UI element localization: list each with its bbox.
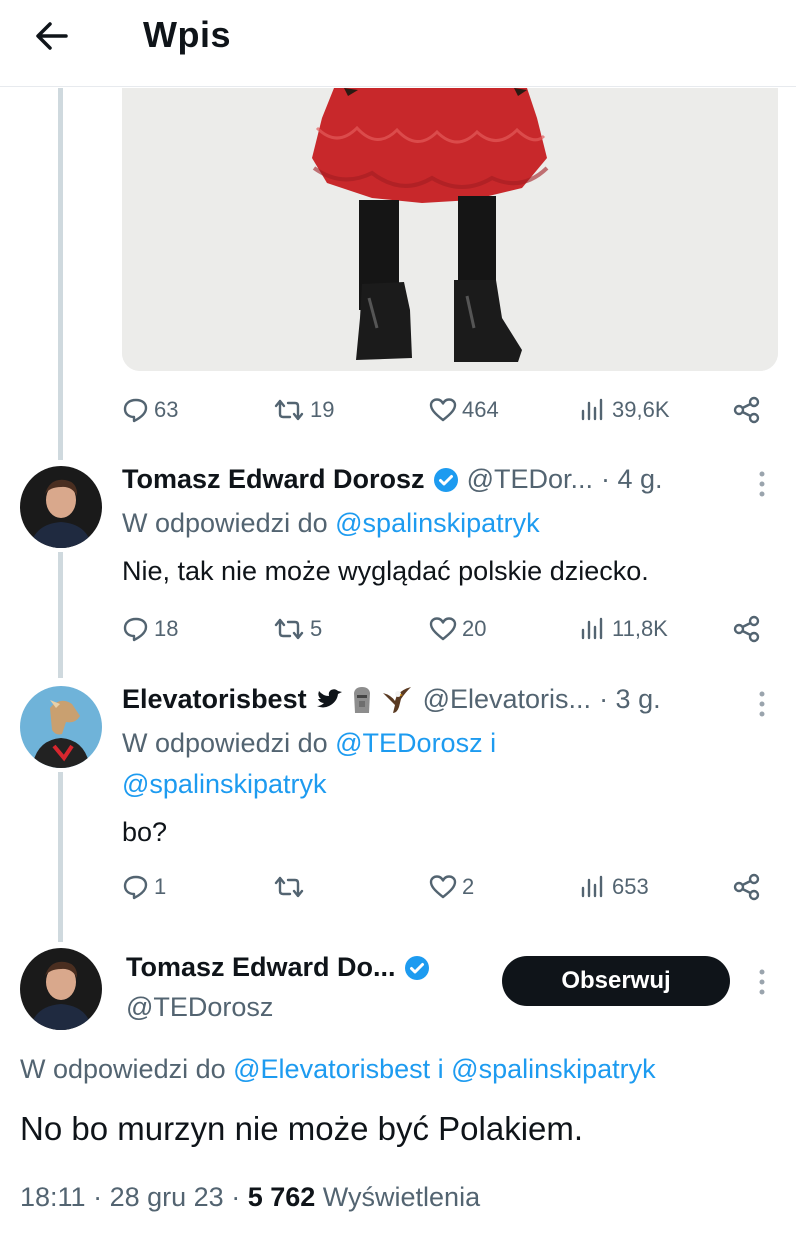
reply-context: W odpowiedzi do @Elevatorisbest i @spali…	[20, 1054, 656, 1085]
more-options-icon[interactable]	[758, 968, 766, 1001]
author-handle[interactable]: @Elevatoris...	[423, 684, 591, 715]
tweet-header: Tomasz Edward Dorosz @TEDor... · 4 g.	[122, 464, 663, 495]
timestamp[interactable]: · 4 g.	[601, 464, 663, 495]
timestamp[interactable]: · 3 g.	[599, 684, 661, 715]
follow-button[interactable]: Obserwuj	[502, 956, 730, 1006]
repost-icon	[274, 399, 304, 421]
post-actions: 63 19 464 39,6K	[122, 390, 772, 430]
views-count: 653	[612, 874, 649, 899]
like-button[interactable]: 2	[428, 867, 474, 907]
like-button[interactable]: 464	[428, 390, 499, 430]
top-bar: Wpis	[0, 0, 796, 87]
more-options-icon[interactable]	[758, 470, 766, 503]
views-count: 11,8K	[612, 616, 668, 641]
views-button[interactable]: 11,8K	[578, 609, 668, 649]
more-options-icon[interactable]	[758, 690, 766, 723]
views-icon	[581, 875, 603, 898]
moai-icon	[349, 685, 375, 715]
views-button[interactable]: 653	[578, 867, 649, 907]
reply-prefix: W odpowiedzi do	[122, 508, 328, 538]
share-button[interactable]	[732, 867, 766, 907]
avatar[interactable]	[20, 948, 102, 1030]
mention-link[interactable]: @spalinskipatryk	[122, 769, 326, 800]
views-count: 39,6K	[612, 397, 670, 422]
thread-line	[58, 772, 63, 942]
repost-icon	[274, 876, 304, 898]
reply-context: W odpowiedzi do @spalinskipatryk	[122, 508, 540, 539]
post-image[interactable]	[122, 88, 778, 371]
reply-join: i	[490, 728, 497, 758]
thread-line	[58, 88, 63, 460]
verified-badge-icon	[404, 955, 430, 981]
author-name[interactable]: Elevatorisbest	[122, 684, 307, 715]
reply1-actions: 18 5 20 11,8K	[122, 609, 772, 649]
author-handle[interactable]: @TEDor...	[467, 464, 593, 495]
reply-prefix: W odpowiedzi do	[122, 728, 328, 758]
tweet-text: bo?	[122, 817, 168, 847]
repost-button[interactable]: 19	[272, 390, 334, 430]
reply-count: 63	[154, 397, 179, 422]
mention-link[interactable]: @spalinskipatryk	[451, 1054, 655, 1084]
share-button[interactable]	[732, 609, 766, 649]
reply-button[interactable]: 18	[122, 609, 178, 649]
avatar[interactable]	[20, 466, 102, 548]
reply-prefix: W odpowiedzi do	[20, 1054, 226, 1084]
reply-count: 18	[154, 616, 179, 641]
tweet-meta: 18:11 · 28 gru 23 · 5 762 Wyświetlenia	[20, 1182, 481, 1212]
views-icon	[581, 617, 603, 640]
reply2-actions: 1 2 653	[122, 867, 772, 907]
author-name[interactable]: Tomasz Edward Do...	[126, 952, 396, 983]
reply-button[interactable]: 1	[122, 867, 166, 907]
share-icon	[733, 615, 760, 643]
reply-join: i	[437, 1054, 444, 1084]
heart-icon	[429, 875, 457, 899]
bird-icon	[315, 688, 343, 712]
heart-icon	[429, 398, 457, 422]
reply-count: 1	[154, 874, 167, 899]
tweet-header: Elevatorisbest @Elevatoris... · 3 g.	[122, 684, 661, 715]
back-arrow-icon[interactable]	[30, 14, 74, 58]
repost-button[interactable]: 5	[272, 609, 322, 649]
main-author-row: Tomasz Edward Do...	[126, 952, 430, 983]
like-button[interactable]: 20	[428, 609, 486, 649]
share-button[interactable]	[732, 390, 766, 430]
mention-link[interactable]: @Elevatorisbest	[233, 1054, 430, 1084]
reply-icon	[123, 617, 148, 642]
views-icon	[581, 398, 603, 421]
repost-count: 19	[310, 397, 335, 422]
page-title: Wpis	[143, 14, 231, 55]
avatar[interactable]	[20, 686, 102, 768]
author-handle[interactable]: @TEDorosz	[126, 992, 273, 1023]
thread-line	[58, 552, 63, 678]
share-icon	[733, 873, 760, 901]
heart-icon	[429, 617, 457, 641]
eagle-icon	[381, 685, 413, 715]
like-count: 2	[462, 874, 475, 899]
post-time[interactable]: 18:11	[20, 1182, 86, 1212]
tweet-text: Nie, tak nie może wyglądać polskie dziec…	[122, 556, 649, 586]
repost-button[interactable]	[272, 867, 310, 907]
main-tweet-text: No bo murzyn nie może być Polakiem.	[20, 1110, 584, 1147]
post-date[interactable]: 28 gru 23	[110, 1182, 224, 1212]
author-name[interactable]: Tomasz Edward Dorosz	[122, 464, 425, 495]
views-label: Wyświetlenia	[322, 1182, 481, 1212]
views-button[interactable]: 39,6K	[578, 390, 670, 430]
repost-count: 5	[310, 616, 323, 641]
views-count: 5 762	[247, 1182, 316, 1212]
repost-icon	[274, 618, 304, 640]
verified-badge-icon	[433, 467, 459, 493]
mention-link[interactable]: @TEDorosz	[335, 728, 482, 758]
like-count: 464	[462, 397, 499, 422]
share-icon	[733, 396, 760, 424]
reply-icon	[123, 398, 148, 423]
reply-context: W odpowiedzi do @TEDorosz i	[122, 728, 496, 759]
reply-icon	[123, 875, 148, 900]
reply-button[interactable]: 63	[122, 390, 178, 430]
mention-link[interactable]: @spalinskipatryk	[335, 508, 539, 538]
like-count: 20	[462, 616, 487, 641]
